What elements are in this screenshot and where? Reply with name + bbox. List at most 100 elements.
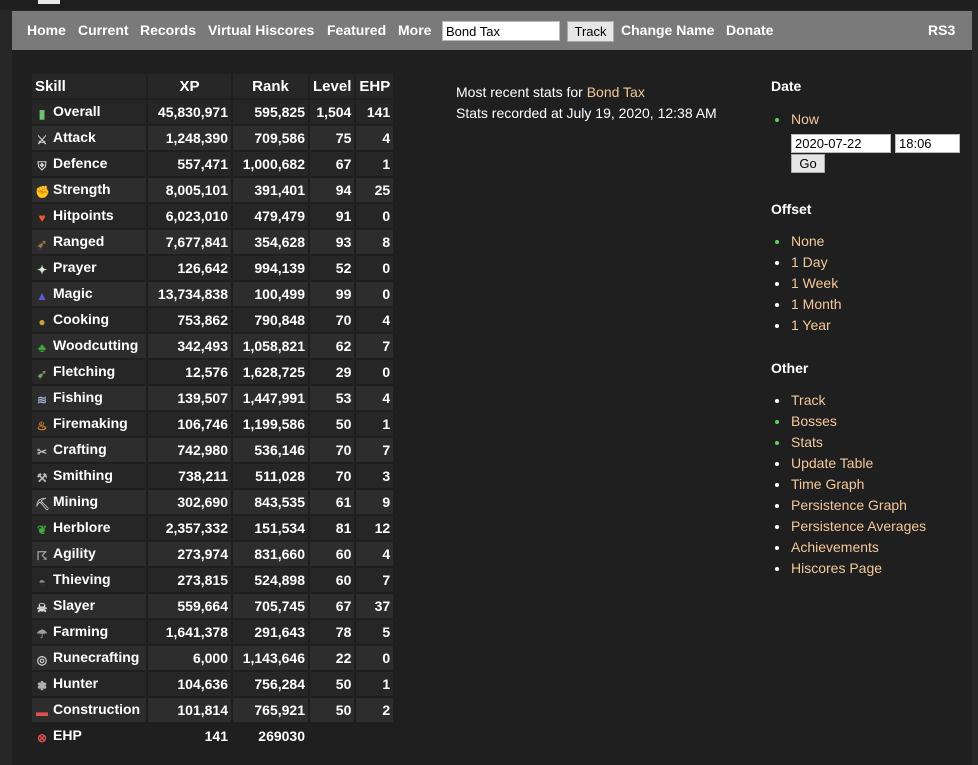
header-ehp[interactable]: EHP [356, 74, 394, 98]
table-row: ☈ Agility 273,974 831,660 60 4 [32, 542, 394, 566]
xp-cell: 302,690 [148, 490, 231, 514]
skill-name[interactable]: Slayer [53, 597, 95, 613]
other-link-persistence-averages[interactable]: Persistence Averages [771, 516, 971, 537]
skill-name[interactable]: Herblore [53, 519, 111, 535]
skill-cell[interactable]: ⛨ Defence [32, 152, 146, 176]
skill-name[interactable]: Construction [53, 701, 140, 717]
skill-name[interactable]: Attack [53, 129, 96, 145]
nav-home[interactable]: Home [27, 22, 66, 39]
skill-name[interactable]: Crafting [53, 441, 107, 457]
skill-cell[interactable]: ▲ Magic [32, 282, 146, 306]
level-cell: 70 [310, 438, 355, 462]
skill-name[interactable]: Defence [53, 155, 107, 171]
other-link-track[interactable]: Track [771, 390, 971, 411]
skill-cell[interactable]: ♥ Hitpoints [32, 204, 146, 228]
player-search-input[interactable] [442, 21, 560, 41]
nav-records[interactable]: Records [140, 22, 196, 39]
skill-name[interactable]: Thieving [53, 571, 111, 587]
other-link-time-graph[interactable]: Time Graph [771, 474, 971, 495]
offset-link-1-year[interactable]: 1 Year [771, 315, 971, 336]
skill-name[interactable]: Hunter [53, 675, 98, 691]
skill-name[interactable]: Prayer [53, 259, 97, 275]
track-button[interactable]: Track [567, 21, 614, 42]
skill-name[interactable]: EHP [53, 727, 82, 743]
date-now-link[interactable]: Now [771, 109, 971, 130]
nav-virtual-hiscores[interactable]: Virtual Hiscores [208, 22, 314, 39]
xp-cell: 273,974 [148, 542, 231, 566]
other-link-bosses[interactable]: Bosses [771, 411, 971, 432]
logo-tab[interactable] [38, 0, 60, 4]
skill-cell[interactable]: ❦ Herblore [32, 516, 146, 540]
skill-name[interactable]: Ranged [53, 233, 104, 249]
other-link-achievements[interactable]: Achievements [771, 537, 971, 558]
nav-more[interactable]: More [398, 22, 431, 39]
skill-cell[interactable]: ● Cooking [32, 308, 146, 332]
other-link-stats[interactable]: Stats [771, 432, 971, 453]
nav-change-name[interactable]: Change Name [621, 22, 714, 39]
nav-current[interactable]: Current [78, 22, 129, 39]
time-input[interactable] [895, 134, 960, 153]
header-xp[interactable]: XP [148, 74, 231, 98]
skill-cell[interactable]: ≋ Fishing [32, 386, 146, 410]
skill-name[interactable]: Runecrafting [53, 649, 139, 665]
skill-cell[interactable]: ⚒ Smithing [32, 464, 146, 488]
other-link-persistence-graph[interactable]: Persistence Graph [771, 495, 971, 516]
skill-cell[interactable]: ◓ Thieving [32, 568, 146, 592]
ehp-cell: 0 [356, 646, 394, 670]
date-input[interactable] [791, 134, 891, 153]
skill-cell[interactable]: ♨ Firemaking [32, 412, 146, 436]
skill-cell[interactable]: ▬ Construction [32, 698, 146, 722]
skill-name[interactable]: Fishing [53, 389, 103, 405]
ehp-cell: 0 [356, 282, 394, 306]
skill-name[interactable]: Fletching [53, 363, 115, 379]
skill-name[interactable]: Hitpoints [53, 207, 114, 223]
level-cell: 91 [310, 204, 355, 228]
offset-link-1-week[interactable]: 1 Week [771, 273, 971, 294]
skill-cell[interactable]: ◎ Runecrafting [32, 646, 146, 670]
ehp-cell: 9 [356, 490, 394, 514]
skill-cell[interactable]: ⊗ EHP [32, 724, 146, 748]
offset-link-1-day[interactable]: 1 Day [771, 252, 971, 273]
level-cell: 67 [310, 594, 355, 618]
offset-section: Offset None 1 Day 1 Week 1 Month 1 Year [771, 201, 971, 336]
skill-name[interactable]: Smithing [53, 467, 113, 483]
skill-name[interactable]: Magic [53, 285, 93, 301]
skill-name[interactable]: Agility [53, 545, 96, 561]
header-skill[interactable]: Skill [32, 74, 146, 98]
header-rank[interactable]: Rank [233, 74, 308, 98]
skill-name[interactable]: Woodcutting [53, 337, 138, 353]
skill-cell[interactable]: ✽ Hunter [32, 672, 146, 696]
skill-cell[interactable]: ⛏ Mining [32, 490, 146, 514]
skill-name[interactable]: Strength [53, 181, 111, 197]
player-name-link[interactable]: Bond Tax [587, 84, 645, 100]
skill-name[interactable]: Cooking [53, 311, 109, 327]
skill-cell[interactable]: ✦ Prayer [32, 256, 146, 280]
other-link-update-table[interactable]: Update Table [771, 453, 971, 474]
skill-cell[interactable]: ☠ Slayer [32, 594, 146, 618]
skill-cell[interactable]: ⚔ Attack [32, 126, 146, 150]
other-link-hiscores-page[interactable]: Hiscores Page [771, 558, 971, 579]
skill-cell[interactable]: ✂ Crafting [32, 438, 146, 462]
woodcutting-icon: ♣ [38, 341, 46, 355]
rank-cell: 536,146 [233, 438, 308, 462]
skill-name[interactable]: Mining [53, 493, 98, 509]
skill-name[interactable]: Farming [53, 623, 108, 639]
nav-rs3[interactable]: RS3 [928, 22, 955, 39]
skill-cell[interactable]: ➹ Fletching [32, 360, 146, 384]
table-row: ✂ Crafting 742,980 536,146 70 7 [32, 438, 394, 462]
skill-name[interactable]: Firemaking [53, 415, 128, 431]
skill-cell[interactable]: ♣ Woodcutting [32, 334, 146, 358]
offset-link-1-month[interactable]: 1 Month [771, 294, 971, 315]
skill-name[interactable]: Overall [53, 103, 100, 119]
offset-link-none[interactable]: None [771, 231, 971, 252]
skill-cell[interactable]: ▮ Overall [32, 100, 146, 124]
nav-donate[interactable]: Donate [726, 22, 773, 39]
header-level[interactable]: Level [310, 74, 355, 98]
skill-cell[interactable]: ☈ Agility [32, 542, 146, 566]
nav-featured[interactable]: Featured [327, 22, 386, 39]
thieving-icon: ◓ [38, 575, 46, 589]
go-button[interactable]: Go [791, 154, 825, 173]
skill-cell[interactable]: ☂ Farming [32, 620, 146, 644]
skill-cell[interactable]: ➶ Ranged [32, 230, 146, 254]
skill-cell[interactable]: ✊ Strength [32, 178, 146, 202]
